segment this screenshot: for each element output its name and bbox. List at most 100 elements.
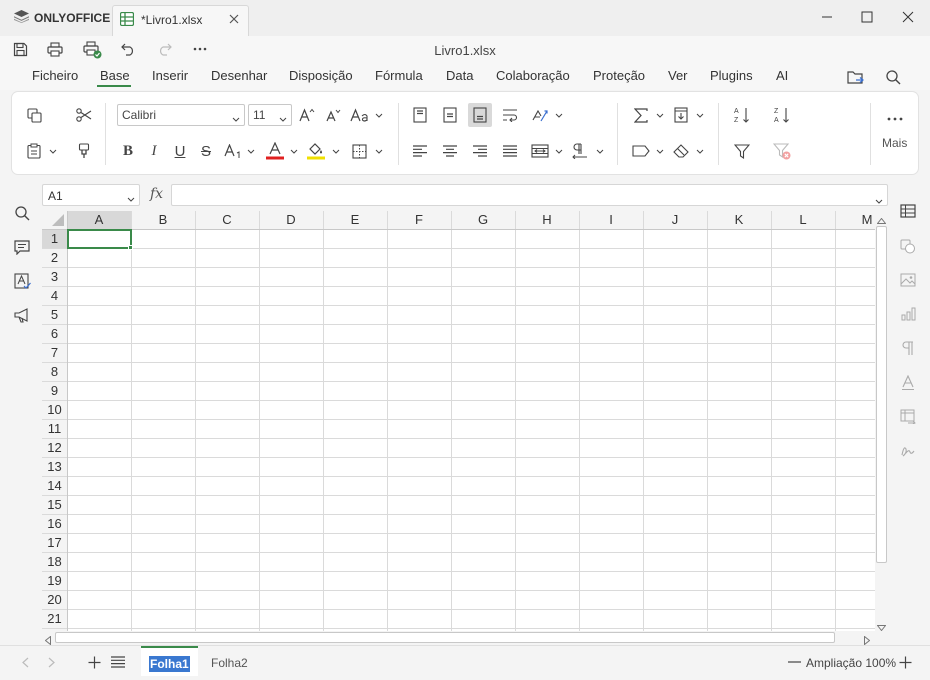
insert-function-button[interactable]: fx [150, 186, 163, 202]
text-orientation-icon[interactable] [529, 104, 551, 126]
minimize-icon[interactable] [818, 8, 836, 26]
borders-icon[interactable] [348, 140, 370, 162]
close-icon[interactable] [899, 8, 917, 26]
row-header-2[interactable]: 2 [42, 248, 67, 267]
column-header-l[interactable]: L [771, 211, 835, 229]
menu-desenhar[interactable]: Desenhar [211, 68, 267, 83]
scroll-up-icon[interactable] [876, 213, 887, 227]
merge-cells-icon[interactable] [529, 140, 551, 162]
name-box[interactable]: A1 [42, 184, 140, 206]
column-header-i[interactable]: I [579, 211, 643, 229]
search-icon[interactable] [883, 67, 903, 87]
underline-button[interactable]: U [169, 140, 191, 162]
borders-dropdown-icon[interactable] [375, 140, 383, 162]
column-header-b[interactable]: B [131, 211, 195, 229]
sheet-tab-folha1[interactable]: Folha1 [141, 646, 198, 676]
shape-settings-icon[interactable] [898, 236, 918, 256]
text-direction-icon[interactable] [569, 140, 591, 162]
menu-protecao[interactable]: Proteção [593, 68, 645, 83]
feedback-megaphone-icon[interactable] [12, 305, 32, 325]
horizontal-scroll-thumb[interactable] [55, 632, 835, 643]
filter-icon[interactable] [731, 140, 753, 162]
align-center-icon[interactable] [439, 140, 461, 162]
font-size-select[interactable]: 11 [248, 104, 292, 126]
zoom-out-icon[interactable] [786, 654, 802, 670]
row-header-17[interactable]: 17 [42, 533, 67, 552]
align-bottom-icon[interactable] [468, 103, 492, 127]
search-icon[interactable] [12, 203, 32, 223]
row-header-1[interactable]: 1 [42, 229, 67, 248]
row-header-20[interactable]: 20 [42, 590, 67, 609]
expand-formula-icon[interactable] [875, 193, 883, 207]
row-header-12[interactable]: 12 [42, 438, 67, 457]
fill-color-dropdown-icon[interactable] [332, 140, 340, 162]
column-header-a[interactable]: A [67, 211, 131, 229]
horizontal-scrollbar[interactable] [42, 631, 875, 646]
change-case-dropdown-icon[interactable] [375, 104, 383, 126]
row-header-4[interactable]: 4 [42, 286, 67, 305]
row-header-21[interactable]: 21 [42, 609, 67, 628]
bold-button[interactable]: B [117, 140, 139, 162]
menu-ficheiro[interactable]: Ficheiro [32, 68, 78, 83]
cut-icon[interactable] [73, 104, 95, 126]
add-sheet-icon[interactable] [86, 654, 102, 670]
spellcheck-icon[interactable] [12, 271, 32, 291]
copy-style-icon[interactable] [73, 140, 95, 162]
decrease-font-icon[interactable] [322, 104, 344, 126]
menu-data[interactable]: Data [446, 68, 473, 83]
next-sheet-icon[interactable] [44, 654, 58, 670]
more-options-label[interactable]: Mais [882, 136, 907, 150]
menu-plugins[interactable]: Plugins [710, 68, 753, 83]
row-header-15[interactable]: 15 [42, 495, 67, 514]
fill-color-icon[interactable] [305, 140, 327, 162]
spreadsheet-grid[interactable]: ABCDEFGHIJKLM 1 2 3 4 5 6 7 8 9 10 11 12 13 14 15 16 17 1… [42, 211, 875, 631]
increase-font-icon[interactable] [296, 104, 318, 126]
named-range-icon[interactable] [630, 140, 652, 162]
justify-icon[interactable] [499, 140, 521, 162]
italic-button[interactable]: I [143, 140, 165, 162]
strikethrough-button[interactable]: S [195, 140, 217, 162]
paste-icon[interactable] [23, 140, 45, 162]
close-tab-icon[interactable] [227, 12, 241, 26]
menu-ver[interactable]: Ver [668, 68, 688, 83]
row-header-5[interactable]: 5 [42, 305, 67, 324]
column-header-h[interactable]: H [515, 211, 579, 229]
vertical-scroll-thumb[interactable] [876, 226, 887, 563]
column-header-j[interactable]: J [643, 211, 707, 229]
row-header-14[interactable]: 14 [42, 476, 67, 495]
chart-settings-icon[interactable] [898, 304, 918, 324]
subscript-icon[interactable] [221, 140, 247, 162]
merge-dropdown-icon[interactable] [555, 140, 563, 162]
row-header-9[interactable]: 9 [42, 381, 67, 400]
column-header-m[interactable]: M [835, 211, 875, 229]
signature-settings-icon[interactable] [898, 440, 918, 460]
copy-icon[interactable] [23, 104, 45, 126]
image-settings-icon[interactable] [898, 270, 918, 290]
menu-inserir[interactable]: Inserir [152, 68, 188, 83]
column-header-f[interactable]: F [387, 211, 451, 229]
font-name-select[interactable]: Calibri [117, 104, 245, 126]
clear-dropdown-icon[interactable] [696, 140, 704, 162]
align-middle-icon[interactable] [439, 104, 461, 126]
paste-dropdown-icon[interactable] [49, 140, 57, 162]
row-header-8[interactable]: 8 [42, 362, 67, 381]
maximize-icon[interactable] [858, 8, 876, 26]
named-range-dropdown-icon[interactable] [656, 140, 664, 162]
comments-icon[interactable] [12, 237, 32, 257]
menu-base[interactable]: Base [100, 68, 130, 83]
formula-input[interactable] [171, 184, 888, 206]
sum-dropdown-icon[interactable] [656, 104, 664, 126]
wrap-text-icon[interactable] [499, 104, 521, 126]
column-header-c[interactable]: C [195, 211, 259, 229]
clear-icon[interactable] [670, 140, 692, 162]
column-header-e[interactable]: E [323, 211, 387, 229]
row-header-13[interactable]: 13 [42, 457, 67, 476]
row-header-11[interactable]: 11 [42, 419, 67, 438]
selected-cell[interactable] [67, 229, 132, 249]
subscript-dropdown-icon[interactable] [247, 140, 255, 162]
font-color-icon[interactable] [264, 140, 286, 162]
fill-icon[interactable] [670, 104, 692, 126]
clear-filter-icon[interactable] [771, 140, 793, 162]
paragraph-settings-icon[interactable] [898, 338, 918, 358]
text-art-settings-icon[interactable] [898, 372, 918, 392]
